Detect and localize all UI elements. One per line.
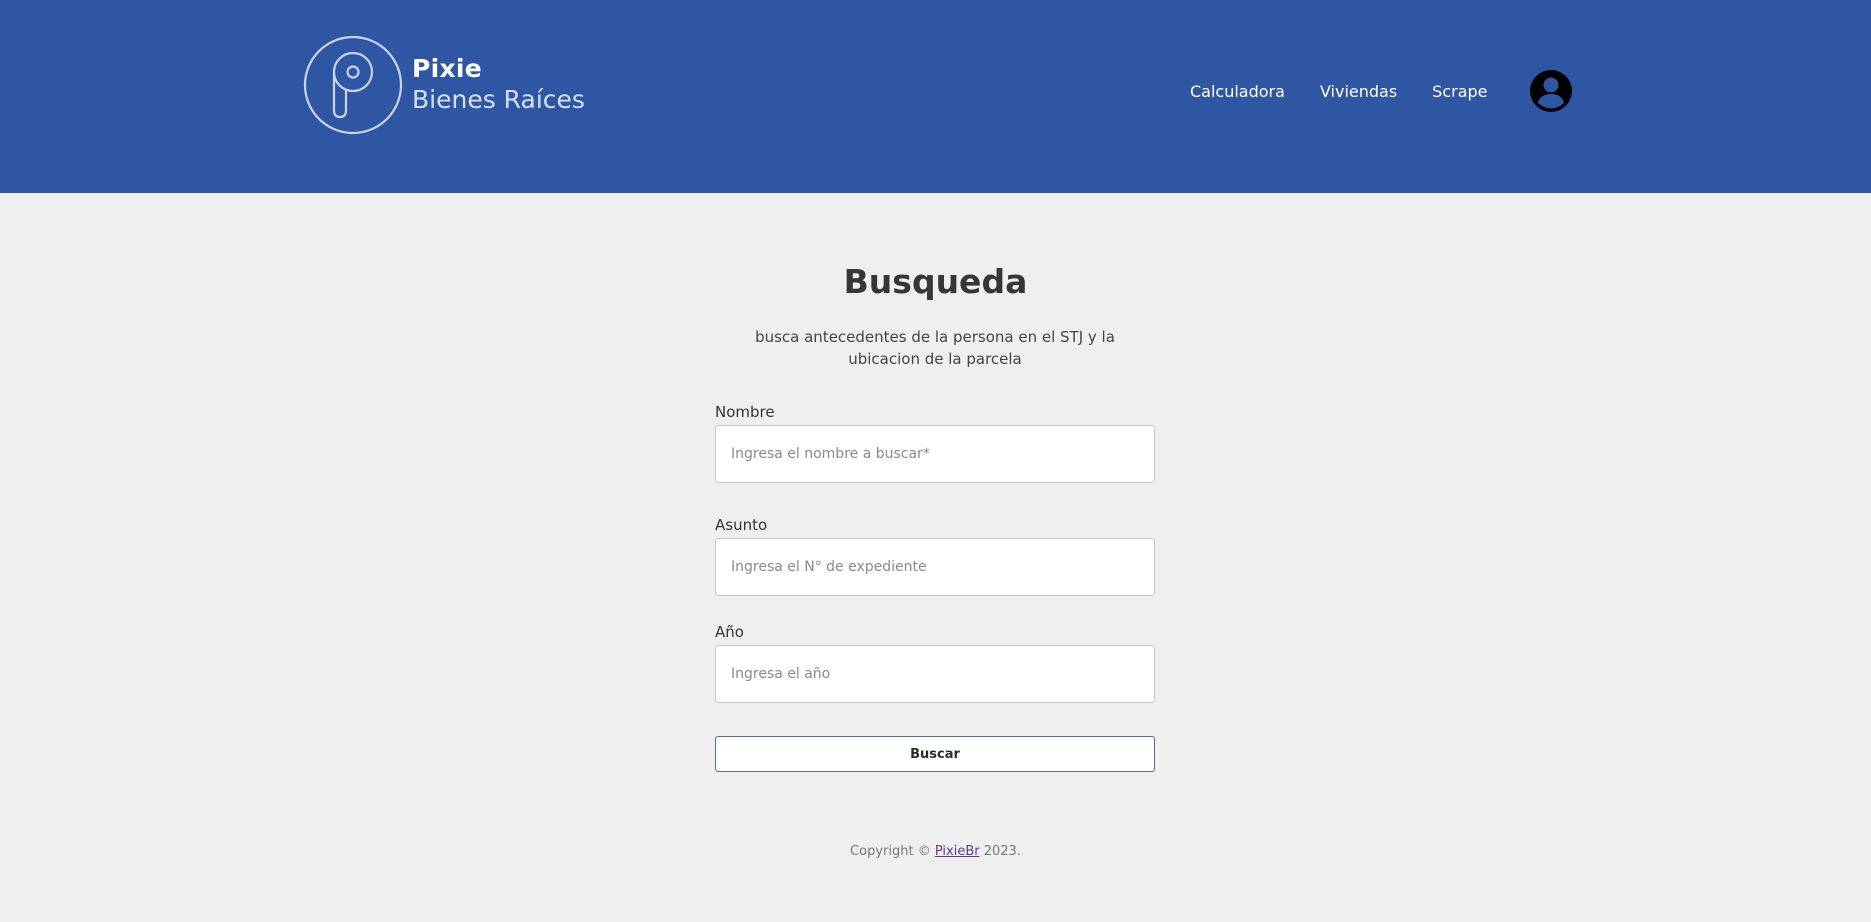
copyright-year: 2023. [979,844,1021,859]
asunto-label: Asunto [715,516,768,534]
logo-tagline: Bienes Raíces [412,85,585,114]
copyright-prefix: Copyright © [850,844,935,859]
nombre-input[interactable] [715,425,1155,483]
page-title: Busqueda [843,262,1028,301]
pixiebr-link[interactable]: PixieBr [935,844,980,859]
page-footer: Copyright © PixieBr 2023. [0,844,1871,859]
nombre-label: Nombre [715,403,775,421]
buscar-button[interactable]: Buscar [715,736,1155,772]
search-page: Busqueda busca antecedentes de la person… [0,193,1871,922]
nav-link-calculadora[interactable]: Calculadora [1190,82,1285,101]
pixie-p-logo-icon [303,35,403,135]
asunto-input[interactable] [715,538,1155,596]
ano-input[interactable] [715,645,1155,703]
main-nav: Calculadora Viviendas Scrape [1190,78,1488,104]
logo-name: Pixie [412,54,483,83]
ano-label: Año [715,623,744,641]
site-header: Pixie Bienes Raíces Calculadora Vivienda… [0,0,1871,193]
logo-text: Pixie Bienes Raíces [412,54,585,116]
page-subtitle: busca antecedentes de la persona en el S… [755,328,1115,368]
site-logo[interactable]: Pixie Bienes Raíces [302,34,612,138]
nav-link-scrape[interactable]: Scrape [1432,82,1487,101]
nav-link-viviendas[interactable]: Viviendas [1320,82,1397,101]
user-avatar-icon[interactable] [1530,70,1572,112]
